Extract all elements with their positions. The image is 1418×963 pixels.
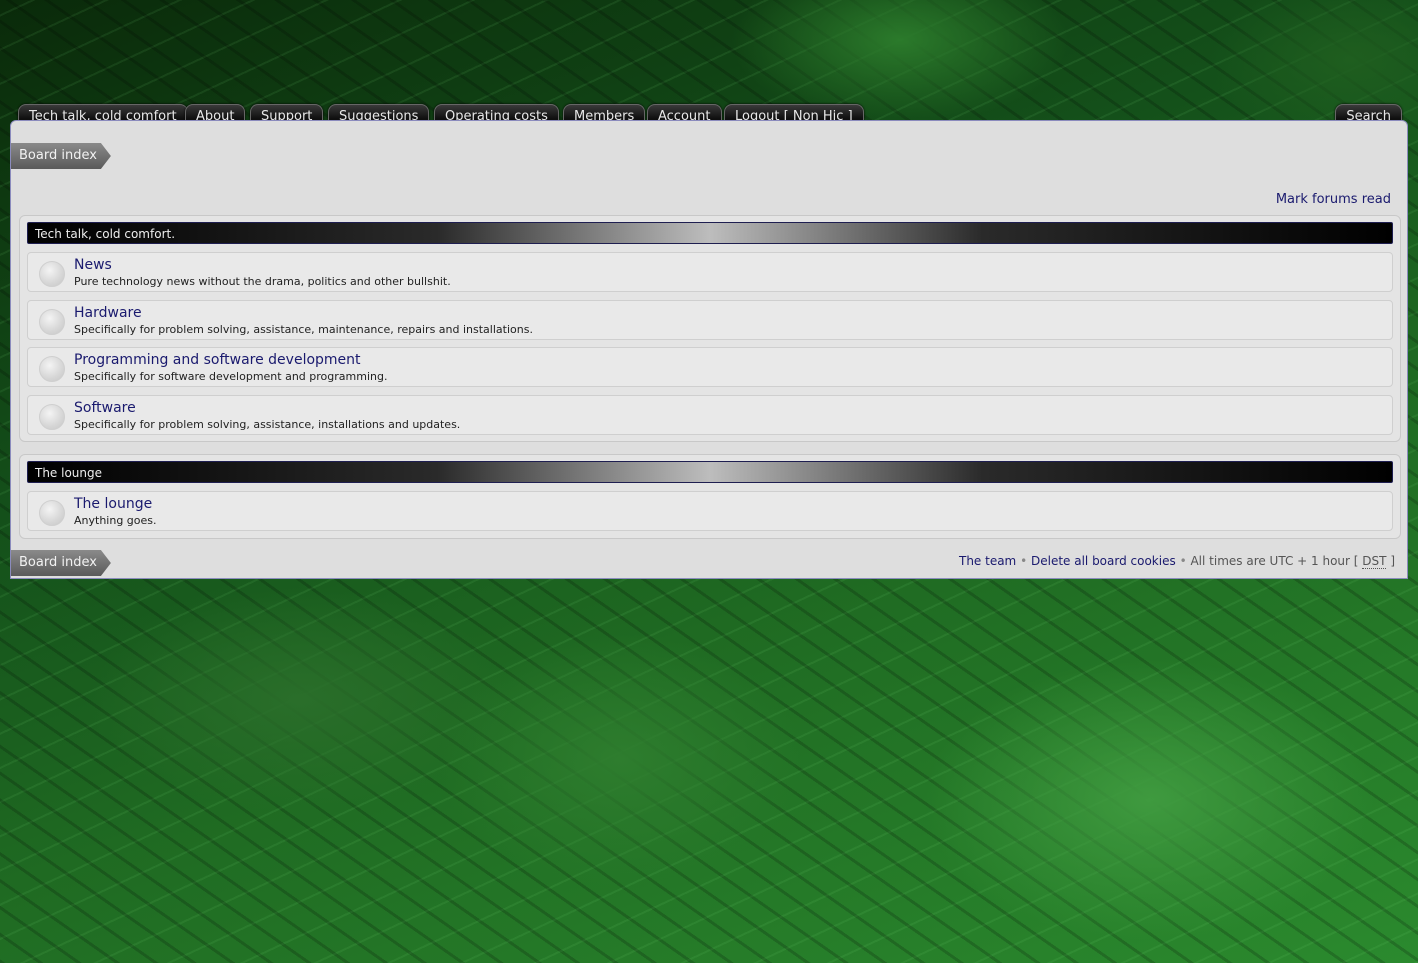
forum-title-news[interactable]: News [74, 257, 112, 273]
forum-row-programming: Programming and software development Spe… [27, 347, 1393, 387]
the-team-link[interactable]: The team [959, 554, 1016, 568]
forum-title-hardware[interactable]: Hardware [74, 305, 142, 321]
category-the-lounge: The lounge The lounge Anything goes. [19, 454, 1401, 539]
forum-read-icon [39, 309, 65, 335]
category-header: The lounge [27, 461, 1393, 483]
breadcrumb-board-index-top[interactable]: Board index [11, 143, 111, 169]
forum-read-icon [39, 404, 65, 430]
forum-read-icon [39, 500, 65, 526]
delete-cookies-link[interactable]: Delete all board cookies [1031, 554, 1176, 568]
forum-read-icon [39, 261, 65, 287]
forum-description: Pure technology news without the drama, … [74, 275, 451, 288]
mark-forums-read-link[interactable]: Mark forums read [1276, 192, 1391, 207]
forum-description: Specifically for problem solving, assist… [74, 323, 533, 336]
forum-read-icon [39, 356, 65, 382]
breadcrumb-board-index-bottom[interactable]: Board index [11, 550, 111, 576]
dst-label: DST [1362, 554, 1387, 569]
forum-panel: Board index Mark forums read Tech talk, … [10, 120, 1408, 579]
forum-row-hardware: Hardware Specifically for problem solvin… [27, 300, 1393, 340]
forum-description: Anything goes. [74, 514, 157, 527]
forum-row-software: Software Specifically for problem solvin… [27, 395, 1393, 435]
footer-links: The team • Delete all board cookies • Al… [959, 554, 1395, 569]
forum-title-software[interactable]: Software [74, 400, 136, 416]
forum-row-news: News Pure technology news without the dr… [27, 252, 1393, 292]
category-header: Tech talk, cold comfort. [27, 222, 1393, 244]
timezone-suffix: ] [1390, 554, 1395, 568]
forum-title-programming[interactable]: Programming and software development [74, 352, 361, 368]
timezone-prefix: All times are UTC + 1 hour [ [1190, 554, 1359, 568]
forum-description: Specifically for software development an… [74, 370, 388, 383]
category-tech-talk: Tech talk, cold comfort. News Pure techn… [19, 215, 1401, 442]
bullet-separator: • [1020, 554, 1028, 568]
forum-title-the-lounge[interactable]: The lounge [74, 496, 152, 512]
forum-description: Specifically for problem solving, assist… [74, 418, 461, 431]
forum-row-the-lounge: The lounge Anything goes. [27, 491, 1393, 531]
bullet-separator: • [1179, 554, 1187, 568]
